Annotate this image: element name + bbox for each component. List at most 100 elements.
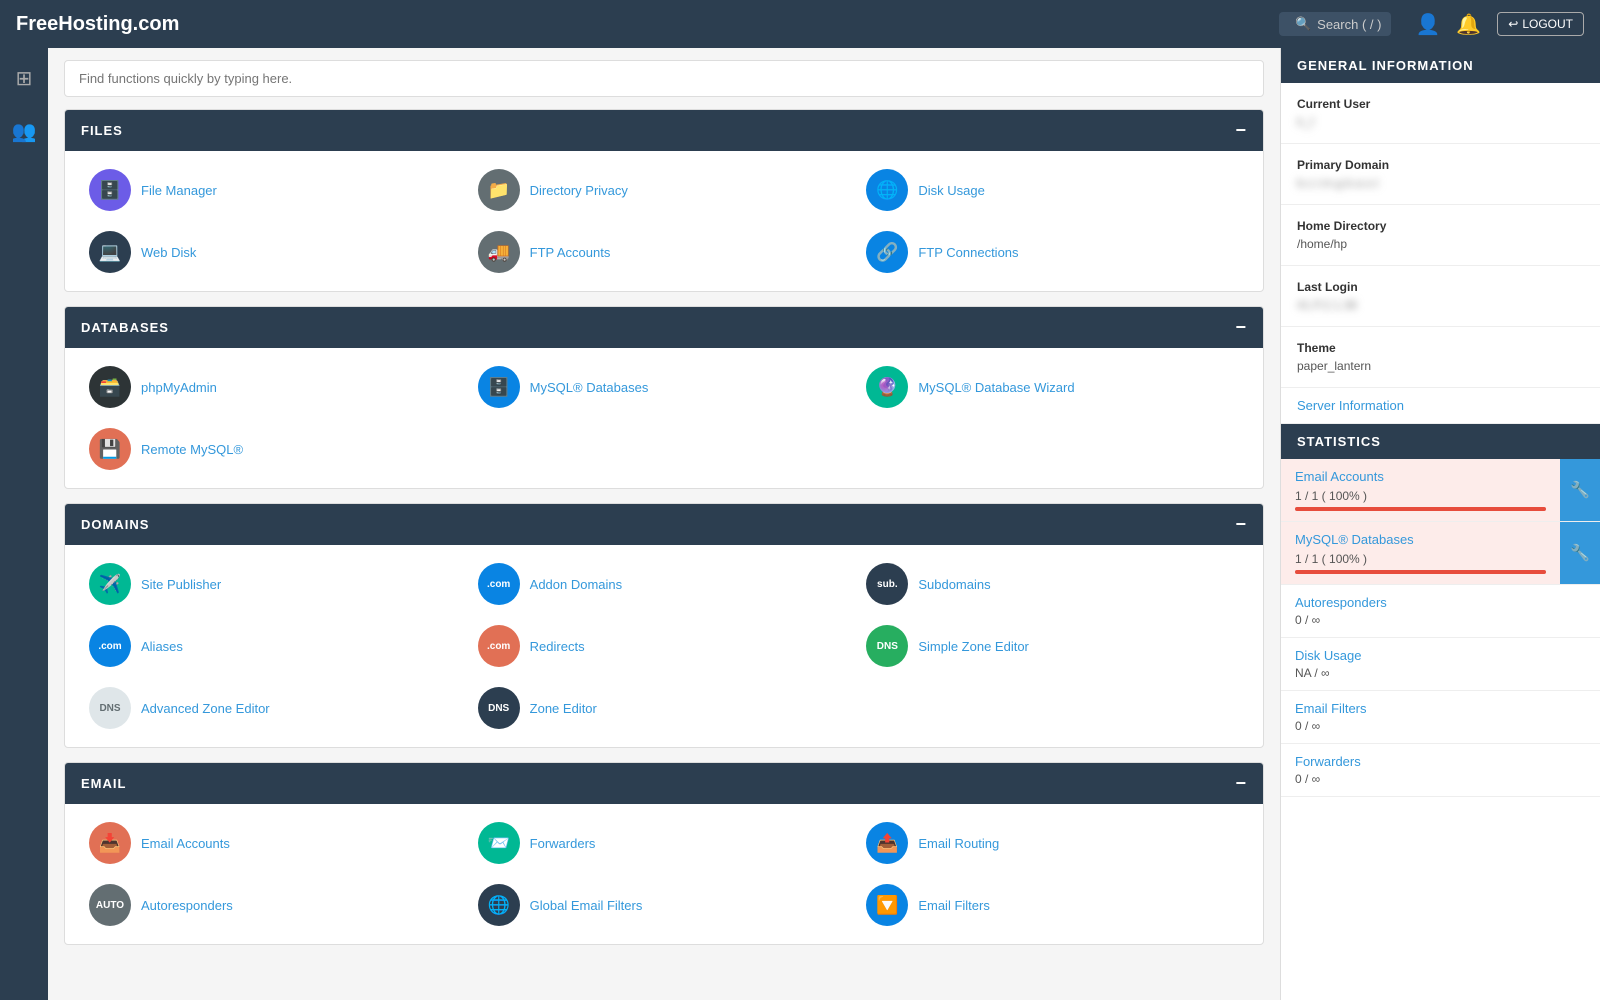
- home-directory-value: /home/hp: [1297, 237, 1584, 251]
- stat-row-emailaccounts: Email Accounts 1 / 1 ( 100% ) 🔧: [1281, 459, 1600, 522]
- section-body-domains: ✈️ Site Publisher .com Addon Domains sub…: [65, 545, 1263, 747]
- logout-button[interactable]: ↩ LOGOUT: [1497, 12, 1584, 36]
- item-label[interactable]: Email Routing: [918, 836, 999, 851]
- item-label[interactable]: File Manager: [141, 183, 217, 198]
- search-bar[interactable]: 🔍 Search ( / ): [1279, 12, 1391, 36]
- statistics-header: STATISTICS: [1281, 424, 1600, 459]
- last-login-section: Last Login 41.P.2.1.38: [1281, 266, 1600, 327]
- item-icon: 🗃️: [89, 366, 131, 408]
- logout-icon: ↩: [1508, 17, 1518, 31]
- item-autoresponders[interactable]: AUTO Autoresponders: [81, 880, 470, 930]
- item-icon: .com: [89, 625, 131, 667]
- item-label[interactable]: Simple Zone Editor: [918, 639, 1029, 654]
- stat-row-mysqldatabases: MySQL® Databases 1 / 1 ( 100% ) 🔧: [1281, 522, 1600, 585]
- item-mysql-databases[interactable]: 🗄️ MySQL® Databases: [470, 362, 859, 412]
- stat-value: 0 / ∞: [1295, 772, 1320, 786]
- item-label[interactable]: FTP Accounts: [530, 245, 611, 260]
- item-redirects[interactable]: .com Redirects: [470, 621, 859, 671]
- item-forwarders[interactable]: 📨 Forwarders: [470, 818, 859, 868]
- primary-domain-value: b.c.l.m.g.b.a.s.t: [1297, 176, 1584, 190]
- stat-info: MySQL® Databases 1 / 1 ( 100% ): [1281, 522, 1560, 584]
- item-icon: 📨: [478, 822, 520, 864]
- item-label[interactable]: Addon Domains: [530, 577, 623, 592]
- item-zone-editor[interactable]: DNS Zone Editor: [470, 683, 859, 733]
- item-email-accounts[interactable]: 📥 Email Accounts: [81, 818, 470, 868]
- item-label[interactable]: Redirects: [530, 639, 585, 654]
- section-email: EMAIL − 📥 Email Accounts 📨 Forwarders 📤 E…: [64, 762, 1264, 945]
- left-sidebar: ⊞ 👥: [0, 48, 48, 1000]
- stat-label[interactable]: Email Filters: [1295, 701, 1586, 716]
- item-label[interactable]: Web Disk: [141, 245, 196, 260]
- item-label[interactable]: MySQL® Databases: [530, 380, 649, 395]
- item-simple-zone-editor[interactable]: DNS Simple Zone Editor: [858, 621, 1247, 671]
- collapse-icon-files[interactable]: −: [1235, 120, 1247, 141]
- collapse-icon-domains[interactable]: −: [1235, 514, 1247, 535]
- item-web-disk[interactable]: 💻 Web Disk: [81, 227, 470, 277]
- item-file-manager[interactable]: 🗄️ File Manager: [81, 165, 470, 215]
- item-label[interactable]: Forwarders: [530, 836, 596, 851]
- item-mysql-database-wizard[interactable]: 🔮 MySQL® Database Wizard: [858, 362, 1247, 412]
- item-icon: DNS: [89, 687, 131, 729]
- item-icon: 📤: [866, 822, 908, 864]
- item-label[interactable]: Subdomains: [918, 577, 990, 592]
- stat-label[interactable]: Email Accounts: [1295, 469, 1546, 484]
- item-label[interactable]: Autoresponders: [141, 898, 233, 913]
- item-ftp-connections[interactable]: 🔗 FTP Connections: [858, 227, 1247, 277]
- stat-value: 1 / 1 ( 100% ): [1295, 552, 1367, 566]
- sidebar-users-icon[interactable]: 👥: [6, 113, 43, 150]
- collapse-icon-databases[interactable]: −: [1235, 317, 1247, 338]
- current-user-value: h_f: [1297, 115, 1584, 129]
- item-icon: 🔮: [866, 366, 908, 408]
- item-icon: 🗄️: [89, 169, 131, 211]
- stat-bar-wrap: [1295, 570, 1546, 574]
- item-site-publisher[interactable]: ✈️ Site Publisher: [81, 559, 470, 609]
- item-label[interactable]: Site Publisher: [141, 577, 221, 592]
- item-label[interactable]: Disk Usage: [918, 183, 984, 198]
- bell-icon[interactable]: 🔔: [1456, 12, 1481, 37]
- item-advanced-zone-editor[interactable]: DNS Advanced Zone Editor: [81, 683, 470, 733]
- item-phpmyadmin[interactable]: 🗃️ phpMyAdmin: [81, 362, 470, 412]
- item-addon-domains[interactable]: .com Addon Domains: [470, 559, 859, 609]
- section-header-domains: DOMAINS−: [65, 504, 1263, 545]
- user-icon[interactable]: 👤: [1415, 12, 1440, 37]
- stat-bar-wrap: [1295, 507, 1546, 511]
- item-remote-mysql[interactable]: 💾 Remote MySQL®: [81, 424, 470, 474]
- stat-wrench-button[interactable]: 🔧: [1560, 522, 1600, 584]
- current-user-label: Current User: [1297, 97, 1584, 111]
- item-email-routing[interactable]: 📤 Email Routing: [858, 818, 1247, 868]
- item-label[interactable]: Directory Privacy: [530, 183, 628, 198]
- stat-label[interactable]: Forwarders: [1295, 754, 1586, 769]
- item-label[interactable]: FTP Connections: [918, 245, 1018, 260]
- item-subdomains[interactable]: sub. Subdomains: [858, 559, 1247, 609]
- item-label[interactable]: Zone Editor: [530, 701, 597, 716]
- item-disk-usage[interactable]: 🌐 Disk Usage: [858, 165, 1247, 215]
- section-header-databases: DATABASES−: [65, 307, 1263, 348]
- section-title-email: EMAIL: [81, 776, 126, 791]
- item-label[interactable]: Aliases: [141, 639, 183, 654]
- last-login-value: 41.P.2.1.38: [1297, 298, 1584, 312]
- stat-wrench-button[interactable]: 🔧: [1560, 459, 1600, 521]
- stat-label[interactable]: Disk Usage: [1295, 648, 1586, 663]
- sidebar-grid-icon[interactable]: ⊞: [10, 60, 39, 97]
- item-label[interactable]: Email Filters: [918, 898, 990, 913]
- home-directory-label: Home Directory: [1297, 219, 1584, 233]
- item-email-filters[interactable]: 🔽 Email Filters: [858, 880, 1247, 930]
- stat-label[interactable]: MySQL® Databases: [1295, 532, 1546, 547]
- quick-search-input[interactable]: [64, 60, 1264, 97]
- stat-label[interactable]: Autoresponders: [1295, 595, 1586, 610]
- item-aliases[interactable]: .com Aliases: [81, 621, 470, 671]
- item-label[interactable]: MySQL® Database Wizard: [918, 380, 1074, 395]
- stat-value: 0 / ∞: [1295, 613, 1320, 627]
- item-label[interactable]: phpMyAdmin: [141, 380, 217, 395]
- item-label[interactable]: Remote MySQL®: [141, 442, 243, 457]
- item-icon: DNS: [866, 625, 908, 667]
- server-info-link[interactable]: Server Information: [1281, 388, 1600, 424]
- item-directory-privacy[interactable]: 📁 Directory Privacy: [470, 165, 859, 215]
- item-ftp-accounts[interactable]: 🚚 FTP Accounts: [470, 227, 859, 277]
- item-label[interactable]: Email Accounts: [141, 836, 230, 851]
- item-icon: 🚚: [478, 231, 520, 273]
- item-global-email-filters[interactable]: 🌐 Global Email Filters: [470, 880, 859, 930]
- item-label[interactable]: Global Email Filters: [530, 898, 643, 913]
- item-label[interactable]: Advanced Zone Editor: [141, 701, 270, 716]
- collapse-icon-email[interactable]: −: [1235, 773, 1247, 794]
